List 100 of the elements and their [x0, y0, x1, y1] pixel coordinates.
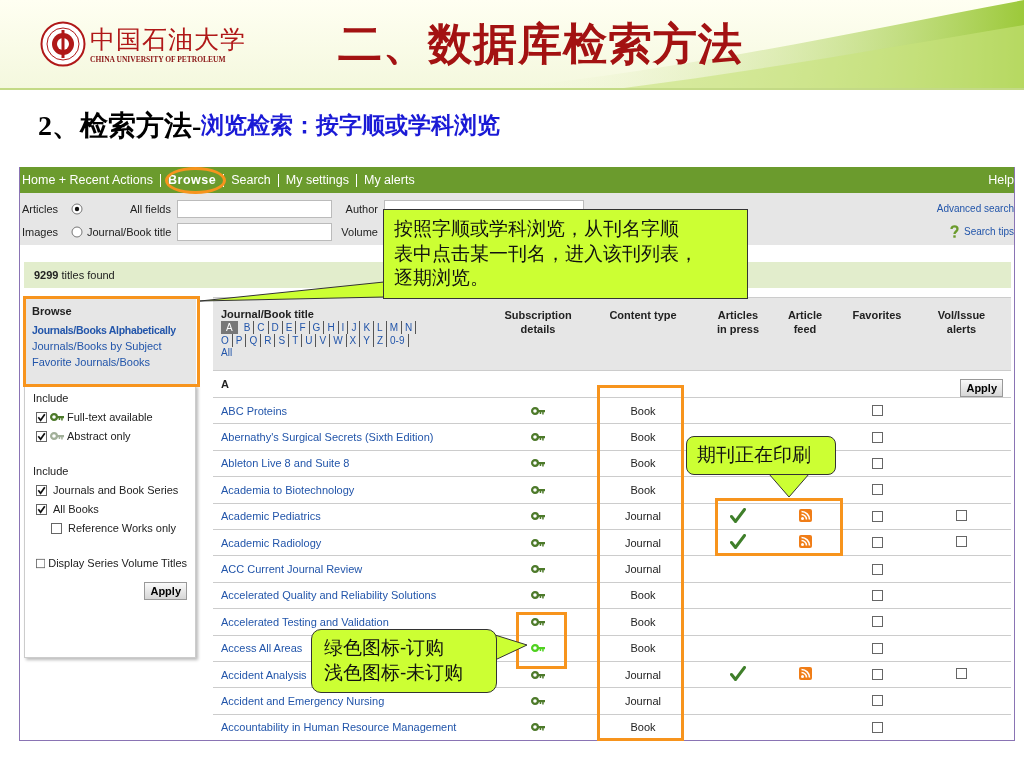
letter-link[interactable]: R — [261, 334, 276, 347]
input-field[interactable] — [177, 199, 332, 218]
nav-tab[interactable]: Search — [223, 173, 278, 187]
callout-text: 浅色图标-未订购 — [324, 661, 465, 685]
letter-link[interactable]: N — [401, 321, 417, 334]
apply-button[interactable]: Apply — [960, 379, 1003, 397]
column-header: Favorites — [852, 308, 902, 323]
journal-link[interactable]: ABC Proteins — [213, 404, 288, 417]
favorite-checkbox[interactable] — [871, 669, 883, 681]
journal-link[interactable]: Accountability in Human Resource Management — [213, 721, 457, 734]
letter-link[interactable]: A — [221, 321, 238, 334]
column-header: Article feed — [786, 308, 824, 337]
browse-link[interactable]: Journals/Books by Subject — [32, 340, 188, 352]
favorite-checkbox[interactable] — [871, 431, 883, 443]
content-type: Book — [630, 642, 656, 655]
favorite-checkbox[interactable] — [871, 563, 883, 575]
journal-link[interactable]: ACC Current Journal Review — [213, 563, 363, 576]
letter-link[interactable]: Y — [360, 334, 374, 347]
emblem-icon — [40, 21, 86, 67]
letter-link[interactable]: P — [232, 334, 247, 347]
journal-link[interactable]: Accelerated Quality and Reliability Solutions — [213, 589, 437, 602]
filter-heading: Include — [33, 392, 70, 404]
favorite-checkbox[interactable] — [871, 537, 883, 549]
browse-link[interactable]: Journals/Books Alphabetically — [32, 324, 188, 336]
field-label: Journal/Book title — [87, 225, 173, 238]
alert-checkbox[interactable] — [956, 536, 967, 548]
field-label: Author — [344, 202, 379, 215]
favorite-checkbox[interactable] — [871, 484, 883, 496]
letter-link[interactable]: G — [309, 321, 325, 334]
slide-title: 二、数据库检索方法 — [338, 16, 743, 71]
journal-link[interactable]: Academic Pediatrics — [213, 510, 321, 523]
letter-link[interactable]: B — [240, 321, 255, 334]
letter-link[interactable]: Q — [246, 334, 262, 347]
journal-link[interactable]: Accident Analysis — [213, 668, 307, 681]
input-field[interactable] — [177, 222, 332, 241]
letter-link[interactable]: C — [254, 321, 269, 334]
checkbox[interactable] — [36, 484, 47, 496]
letter-link[interactable]: K — [360, 321, 375, 334]
nav-tab[interactable]: Browse — [160, 173, 224, 187]
favorite-checkbox[interactable] — [871, 589, 883, 601]
content-type: Book — [630, 589, 656, 602]
option-label: Journals and Book Series — [52, 484, 179, 496]
browse-link[interactable]: Favorite Journals/Books — [32, 356, 188, 368]
highlight-ellipse — [165, 167, 226, 194]
letter-link[interactable]: H — [324, 321, 339, 334]
favorite-checkbox[interactable] — [871, 721, 883, 733]
column-header: Subscription details — [503, 308, 573, 337]
letter-link[interactable]: L — [374, 321, 387, 334]
radio-button[interactable] — [71, 225, 83, 238]
letter-link[interactable]: S — [275, 334, 290, 347]
journal-link[interactable]: Ableton Live 8 and Suite 8 — [213, 457, 350, 470]
journal-link[interactable]: Accident and Emergency Nursing — [213, 695, 385, 707]
journal-link[interactable]: Accelerated Testing and Validation — [213, 615, 389, 628]
nav-tab[interactable]: Home + Recent Actions — [22, 173, 160, 187]
advanced-search-link[interactable]: Advanced search — [936, 203, 1014, 214]
checkbox[interactable] — [36, 411, 47, 423]
favorite-checkbox[interactable] — [871, 457, 883, 469]
letter-link[interactable]: E — [282, 321, 297, 334]
content-type: Journal — [624, 510, 662, 523]
journal-link[interactable]: Abernathy's Surgical Secrets (Sixth Edition) — [213, 431, 434, 444]
checkbox[interactable] — [36, 557, 46, 569]
letter-link[interactable]: U — [302, 334, 317, 347]
letter-link[interactable]: T — [289, 334, 303, 347]
content-type: Journal — [624, 563, 662, 576]
column-header: Vol/Issue alerts — [936, 308, 987, 337]
help-link[interactable]: Help — [988, 173, 1014, 187]
letter-link[interactable]: W — [330, 334, 347, 347]
letter-link[interactable]: V — [316, 334, 331, 347]
letter-link[interactable]: M — [386, 321, 402, 334]
key-icon — [50, 412, 64, 422]
favorite-checkbox[interactable] — [871, 510, 883, 522]
checkbox[interactable] — [36, 503, 47, 515]
alert-checkbox[interactable] — [956, 509, 967, 521]
favorite-checkbox[interactable] — [871, 616, 883, 628]
nav-tab[interactable]: My settings — [277, 173, 356, 187]
search-type-label: Articles — [22, 202, 60, 215]
journal-link[interactable]: Academic Radiology — [213, 536, 322, 549]
apply-button[interactable]: Apply — [144, 582, 187, 600]
search-tips-link[interactable]: Search tips — [963, 226, 1014, 237]
letter-link[interactable]: Z — [373, 334, 388, 347]
content-type: Book — [630, 615, 656, 628]
favorite-checkbox[interactable] — [871, 695, 883, 707]
letter-link[interactable]: 0-9 — [387, 334, 409, 347]
letter-link[interactable]: D — [268, 321, 283, 334]
letter-link[interactable]: O — [221, 334, 233, 347]
all-link[interactable]: All — [221, 347, 233, 358]
favorite-checkbox[interactable] — [871, 642, 883, 654]
alert-checkbox[interactable] — [956, 668, 967, 680]
letter-link[interactable]: X — [346, 334, 361, 347]
subtitle-label: 2、检索方法- — [38, 108, 202, 143]
letter-link[interactable]: F — [296, 321, 310, 334]
checkbox[interactable] — [51, 522, 62, 534]
letter-link[interactable]: I — [338, 321, 349, 334]
nav-tab[interactable]: My alerts — [355, 173, 422, 187]
favorite-checkbox[interactable] — [871, 405, 883, 417]
journal-link[interactable]: Access All Areas — [213, 642, 303, 655]
checkbox[interactable] — [36, 430, 47, 442]
radio-button[interactable] — [71, 202, 83, 215]
letter-link[interactable]: J — [348, 321, 361, 334]
journal-link[interactable]: Academia to Biotechnology — [213, 483, 355, 496]
